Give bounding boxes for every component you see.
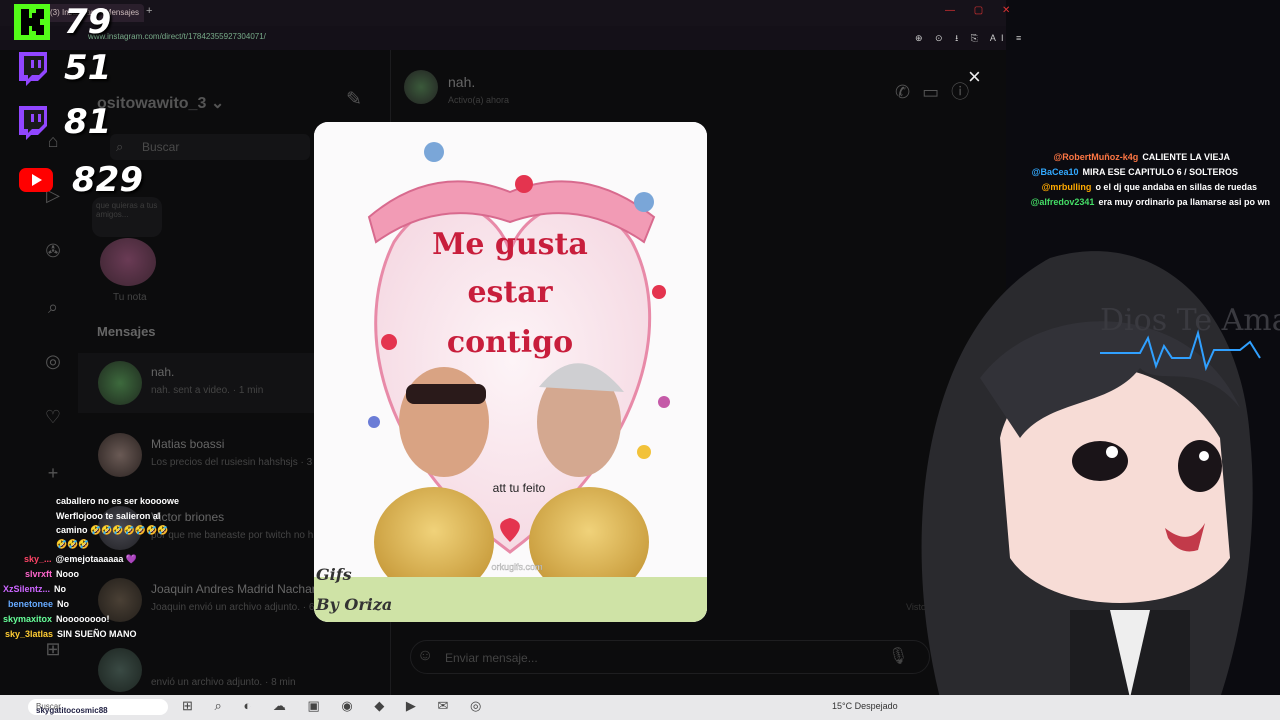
chat-line: sky_... @emejotaaaaaa 💜 xyxy=(24,554,138,564)
twitch-count-2: 81 xyxy=(64,102,112,142)
avatar xyxy=(98,648,142,692)
conversation-name: nah. xyxy=(151,365,175,379)
gif-signature-line2: By Oriza xyxy=(315,595,392,614)
gif-signature-line1: Gifs xyxy=(316,565,352,584)
gif-watermark: orkugifs.com xyxy=(491,562,542,572)
kick-count: 79 xyxy=(64,2,112,42)
note-bubble[interactable]: que quieras a tus amigos... xyxy=(92,197,162,237)
browser-toolbar-icons[interactable]: ⊕ ⊙ ⭳ ⎘ AI ≡ xyxy=(915,31,1026,47)
conversation-preview: Los precios del rusiesin hahshsjs · 3 h xyxy=(151,457,321,468)
chat-line: @RobertMuñoz-k4g CALIENTE LA VIEJA xyxy=(1053,152,1230,162)
twitch-logo-icon xyxy=(19,106,47,140)
gif-title-line3: contigo xyxy=(447,325,573,360)
chat-line: @alfredov2341 era muy ordinario pa llamar… xyxy=(1030,197,1270,207)
vtuber-avatar: Dios Te Ama xyxy=(921,251,1280,695)
youtube-logo-icon xyxy=(19,168,53,192)
chat-line: caballero no es ser koooowe xyxy=(56,496,180,506)
more-icon[interactable]: ⊞ xyxy=(42,638,64,660)
chat-line: 🤣🤣🤣 xyxy=(56,539,90,549)
overlay-username: skygatitocosmic88 xyxy=(36,706,108,715)
note-avatar[interactable] xyxy=(100,238,156,286)
messages-heading: Mensajes xyxy=(97,324,156,339)
conversation-preview: nah. sent a video. · 1 min xyxy=(151,385,264,396)
weather-widget[interactable]: 15°C Despejado xyxy=(832,701,898,711)
vtuber-banner-text: Dios Te Ama xyxy=(1100,303,1280,338)
explore-icon[interactable]: ◎ xyxy=(42,350,64,372)
twitch-logo-icon xyxy=(19,52,47,86)
emoji-icon[interactable]: ☺ xyxy=(417,647,433,665)
chat-line: camino 🤣🤣🤣🤣🤣🤣🤣 xyxy=(56,525,169,535)
search-input[interactable]: Buscar xyxy=(110,134,310,160)
note-label: Tu nota xyxy=(113,292,147,303)
conversation-preview: envió un archivo adjunto. · 8 min xyxy=(151,677,296,688)
create-icon[interactable]: + xyxy=(42,462,64,484)
search-icon[interactable]: ⌕ xyxy=(42,296,64,318)
twitch-count-1: 51 xyxy=(64,48,112,88)
heart-icon[interactable]: ♡ xyxy=(42,406,64,428)
media-viewer-image[interactable]: Me gusta estar contigo att tu feito orku… xyxy=(314,122,707,622)
chat-status: Activo(a) ahora xyxy=(448,95,510,105)
taskbar-app-icons[interactable]: ⊞ ⌕ ◐ ☁ ▣ ◉ ◆ ▶ ✉ ◎ xyxy=(182,698,490,714)
chat-line: sky_3latlas SIN SUEÑO MANO xyxy=(5,629,137,639)
avatar xyxy=(98,361,142,405)
chat-avatar[interactable] xyxy=(404,70,438,104)
conversation-name: Victor briones xyxy=(151,510,225,524)
chat-line: XzSilentz... No xyxy=(3,584,67,594)
messenger-icon[interactable]: ✇ xyxy=(42,240,64,262)
chat-name[interactable]: nah. xyxy=(448,74,475,90)
compose-icon[interactable]: ✎ xyxy=(346,88,362,111)
conversation-name: Matias boassi xyxy=(151,437,225,451)
conversation-preview: Joaquin envió un archivo adjunto. · 6 h xyxy=(151,602,323,613)
chat-line: @BaCea10 MIRA ESE CAPITULO 6 / SOLTEROS xyxy=(1031,167,1238,177)
gif-caption: att tu feito xyxy=(493,481,546,495)
chat-line: slvrxft Nooo xyxy=(25,569,80,579)
conversation-item[interactable]: envió un archivo adjunto. · 8 min xyxy=(78,640,390,700)
conversation-preview: por que me baneaste por twitch no h xyxy=(151,530,314,541)
chat-line: benetonee No xyxy=(8,599,70,609)
love-gif-illustration: Me gusta estar contigo att tu feito orku… xyxy=(314,122,707,622)
phone-icon[interactable]: ✆ xyxy=(895,82,922,102)
video-call-icon[interactable]: ▭ xyxy=(922,82,951,102)
avatar xyxy=(98,433,142,477)
message-input[interactable]: Enviar mensaje... xyxy=(410,640,930,674)
gif-title-line1: Me gusta xyxy=(432,227,588,262)
kick-logo-icon xyxy=(14,4,50,40)
window-controls[interactable]: — ▢ ✕ xyxy=(945,5,1018,16)
chat-line: @mrbulling o el dj que andaba en sillas d… xyxy=(1041,182,1257,192)
username-text: ositowawito_3 xyxy=(97,95,207,112)
conversation-name: Joaquin Andres Madrid Nachar xyxy=(151,582,316,596)
close-icon[interactable]: × xyxy=(968,64,981,90)
new-tab-button[interactable]: + xyxy=(146,5,152,17)
chevron-down-icon: ⌄ xyxy=(210,95,225,112)
youtube-count: 829 xyxy=(72,160,143,200)
chat-line: Werflojooo te salieron al xyxy=(56,511,161,521)
gif-title-line2: estar xyxy=(467,275,553,310)
chat-line: skymaxitox Noooooooo! xyxy=(3,614,110,624)
account-username[interactable]: ositowawito_3 ⌄ xyxy=(97,93,224,113)
search-icon: ⌕ xyxy=(116,139,124,154)
url-text[interactable]: www.instagram.com/direct/t/1784235592730… xyxy=(88,32,266,41)
